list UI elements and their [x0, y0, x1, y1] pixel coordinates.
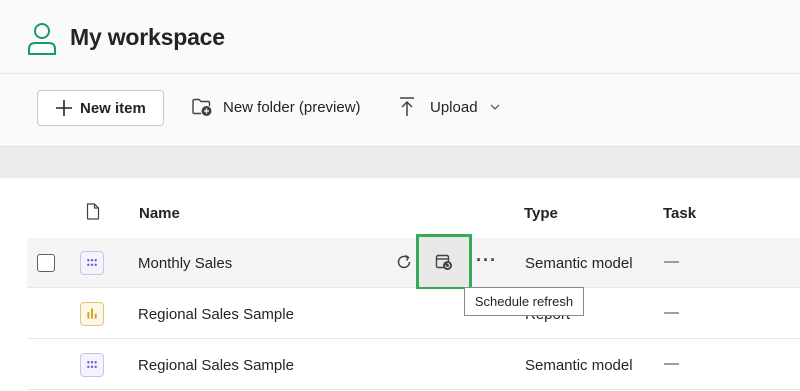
table-row[interactable]: Regional Sales Sample Semantic model —: [27, 340, 800, 390]
item-type: Semantic model: [525, 357, 633, 374]
table-row[interactable]: Regional Sales Sample Report —: [27, 289, 800, 339]
item-name[interactable]: Regional Sales Sample: [138, 306, 294, 323]
semantic-model-icon: [80, 353, 104, 377]
item-task: —: [664, 253, 679, 270]
calendar-refresh-icon: [435, 254, 452, 270]
upload-icon: [400, 97, 414, 116]
folder-add-icon: [192, 98, 212, 116]
new-folder-label: New folder (preview): [223, 98, 361, 116]
new-item-button[interactable]: New item: [37, 90, 164, 126]
schedule-refresh-tooltip: Schedule refresh: [464, 287, 584, 316]
row-checkbox[interactable]: [37, 254, 55, 272]
item-task: —: [664, 355, 679, 372]
report-icon: [80, 302, 104, 326]
item-task: —: [664, 304, 679, 321]
table-row[interactable]: Monthly Sales ··· Semantic model —: [27, 234, 800, 290]
column-header-name[interactable]: Name: [139, 205, 180, 222]
item-type: Semantic model: [525, 255, 633, 272]
item-name[interactable]: Monthly Sales: [138, 255, 232, 272]
person-icon: [28, 23, 56, 55]
item-name[interactable]: Regional Sales Sample: [138, 357, 294, 374]
schedule-refresh-button[interactable]: [416, 234, 472, 290]
page-title: My workspace: [70, 24, 225, 50]
more-options-button[interactable]: ···: [476, 250, 497, 271]
column-header-type[interactable]: Type: [524, 205, 558, 222]
upload-button[interactable]: Upload: [398, 96, 500, 118]
workspace-header: My workspace: [0, 0, 800, 74]
chevron-down-icon: [490, 104, 500, 110]
new-folder-button[interactable]: New folder (preview): [191, 97, 361, 117]
semantic-model-icon: [80, 251, 104, 275]
plus-icon: [56, 100, 72, 116]
column-header-task[interactable]: Task: [663, 205, 696, 222]
refresh-icon[interactable]: [393, 251, 415, 273]
upload-label: Upload: [430, 98, 478, 116]
filter-band: [0, 146, 800, 178]
document-icon: [86, 203, 100, 220]
new-item-label: New item: [80, 100, 146, 117]
